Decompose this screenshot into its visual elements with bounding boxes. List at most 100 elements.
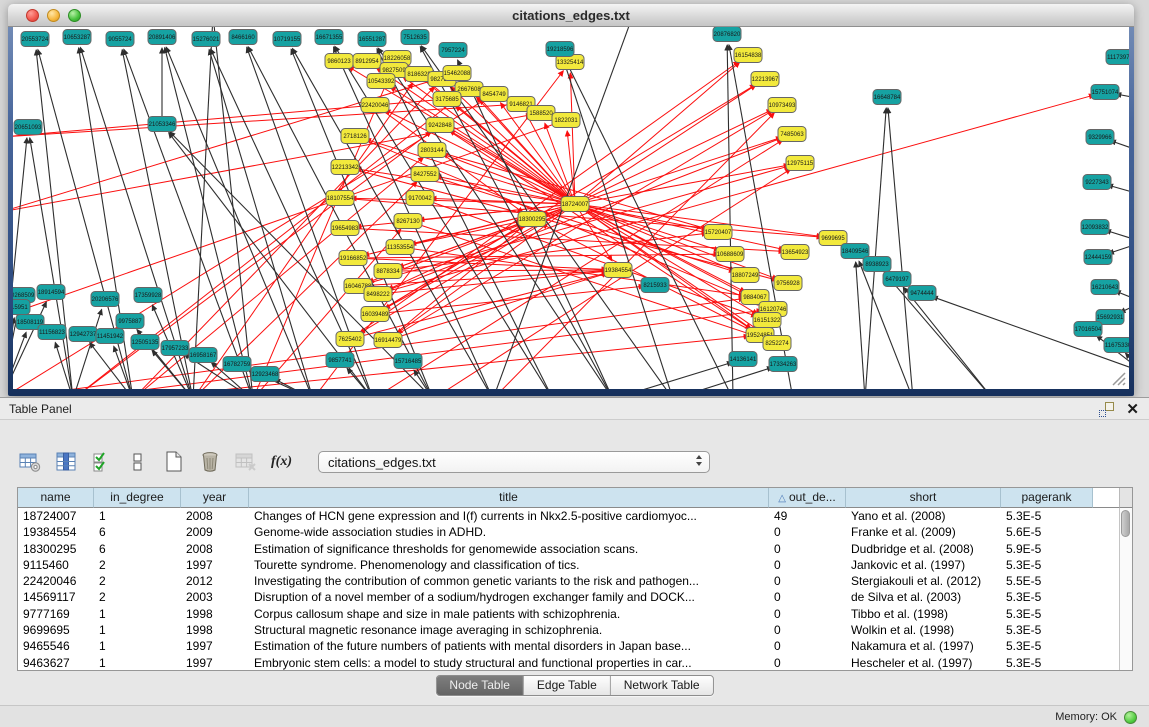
table-cell[interactable]: 0: [769, 541, 846, 557]
graph-node[interactable]: 18300295: [518, 212, 546, 227]
table-row[interactable]: 2242004622012Investigating the contribut…: [18, 573, 1132, 589]
new-table-icon[interactable]: [160, 449, 187, 475]
table-cell[interactable]: 5.6E-5: [1001, 524, 1093, 540]
graph-node[interactable]: 9699695: [819, 231, 847, 246]
graph-node[interactable]: 22420046: [361, 98, 389, 113]
table-row[interactable]: 1456911722003Disruption of a novel membe…: [18, 589, 1132, 605]
graph-node[interactable]: 2803144: [418, 143, 446, 158]
graph-node[interactable]: 10719155: [273, 32, 301, 47]
graph-node[interactable]: 17957233: [161, 341, 189, 356]
table-cell[interactable]: Stergiakouli et al. (2012): [846, 573, 1001, 589]
table-cell[interactable]: 0: [769, 557, 846, 573]
graph-node[interactable]: 15751074: [1091, 85, 1119, 100]
table-cell[interactable]: Franke et al. (2009): [846, 524, 1001, 540]
table-cell[interactable]: 0: [769, 622, 846, 638]
minimize-window-button[interactable]: [47, 9, 60, 22]
table-row[interactable]: 1938455462009Genome-wide association stu…: [18, 524, 1132, 540]
column-header-out_de[interactable]: △out_de...: [769, 488, 846, 508]
table-cell[interactable]: 1998: [181, 622, 249, 638]
table-cell[interactable]: Embryonic stem cells: a model to study s…: [249, 655, 769, 671]
table-cell[interactable]: 1997: [181, 655, 249, 671]
graph-node[interactable]: 11173971: [1106, 50, 1129, 65]
graph-node[interactable]: 7957224: [439, 43, 467, 58]
graph-node[interactable]: 10688609: [716, 247, 744, 262]
table-cell[interactable]: 6: [94, 541, 181, 557]
graph-node[interactable]: 16914479: [374, 333, 402, 348]
graph-node[interactable]: 12505135: [131, 335, 159, 350]
graph-node[interactable]: 9756928: [774, 276, 802, 291]
graph-node[interactable]: 18914594: [37, 285, 65, 300]
table-cell[interactable]: 9777169: [18, 606, 94, 622]
graph-node[interactable]: 16039489: [361, 307, 389, 322]
table-panel-header[interactable]: Table Panel ✕: [0, 398, 1149, 420]
resize-grip-icon[interactable]: [1113, 373, 1125, 385]
zoom-window-button[interactable]: [68, 9, 81, 22]
table-settings-icon[interactable]: [16, 449, 43, 475]
graph-node[interactable]: 19654983: [331, 221, 359, 236]
table-cell[interactable]: Investigating the contribution of common…: [249, 573, 769, 589]
table-cell[interactable]: 18300295: [18, 541, 94, 557]
graph-node[interactable]: 7625402: [336, 332, 364, 347]
table-cell[interactable]: 19384554: [18, 524, 94, 540]
graph-node[interactable]: 12942737: [69, 327, 97, 342]
vertical-scrollbar[interactable]: [1119, 508, 1132, 670]
table-cell[interactable]: Jankovic et al. (1997): [846, 557, 1001, 573]
graph-node[interactable]: 20891406: [148, 30, 176, 45]
table-cell[interactable]: Dudbridge et al. (2008): [846, 541, 1001, 557]
table-cell[interactable]: Tibbo et al. (1998): [846, 606, 1001, 622]
table-cell[interactable]: 1: [94, 508, 181, 524]
graph-node[interactable]: 3175685: [433, 92, 461, 107]
close-panel-icon[interactable]: ✕: [1126, 402, 1139, 417]
table-cell[interactable]: 5.3E-5: [1001, 557, 1093, 573]
graph-node[interactable]: 19384554: [604, 263, 632, 278]
table-cell[interactable]: Hescheler et al. (1997): [846, 655, 1001, 671]
table-row[interactable]: 969969511998Structural magnetic resonanc…: [18, 622, 1132, 638]
table-cell[interactable]: 0: [769, 573, 846, 589]
table-cell[interactable]: 9115460: [18, 557, 94, 573]
graph-edge[interactable]: [366, 139, 575, 204]
graph-node[interactable]: 1822031: [552, 113, 580, 128]
table-row[interactable]: 946362711997Embryonic stem cells: a mode…: [18, 655, 1132, 671]
delete-table-icon[interactable]: [196, 449, 223, 475]
graph-edge[interactable]: [449, 131, 575, 204]
graph-node[interactable]: 8878334: [374, 264, 402, 279]
graph-node[interactable]: 16210643: [1091, 280, 1119, 295]
graph-node[interactable]: 12093832: [1081, 220, 1109, 235]
graph-node[interactable]: 18724007: [561, 197, 589, 212]
table-cell[interactable]: 5.9E-5: [1001, 541, 1093, 557]
graph-node[interactable]: 10653287: [63, 30, 91, 45]
graph-node[interactable]: 11451942: [96, 329, 124, 344]
graph-node[interactable]: 19166852: [339, 251, 367, 266]
table-cell[interactable]: Changes of HCN gene expression and I(f) …: [249, 508, 769, 524]
graph-node[interactable]: 12923468: [251, 367, 279, 382]
graph-edge[interactable]: [13, 73, 457, 212]
table-cell[interactable]: 1997: [181, 638, 249, 654]
table-cell[interactable]: 1: [94, 655, 181, 671]
graph-edge[interactable]: [575, 137, 782, 204]
table-cell[interactable]: Estimation of significance thresholds fo…: [249, 541, 769, 557]
table-cell[interactable]: 2003: [181, 589, 249, 605]
table-cell[interactable]: 5.3E-5: [1001, 622, 1093, 638]
table-cell[interactable]: 1997: [181, 557, 249, 573]
graph-edge[interactable]: [209, 50, 313, 389]
table-cell[interactable]: Tourette syndrome. Phenomenology and cla…: [249, 557, 769, 573]
table-cell[interactable]: Wolkin et al. (1998): [846, 622, 1001, 638]
graph-node[interactable]: 14136141: [729, 352, 757, 367]
table-cell[interactable]: 5.3E-5: [1001, 589, 1093, 605]
table-row[interactable]: 911546021997Tourette syndrome. Phenomeno…: [18, 557, 1132, 573]
select-all-icon[interactable]: [88, 449, 115, 475]
table-cell[interactable]: 5.5E-5: [1001, 573, 1093, 589]
graph-node[interactable]: 20876820: [713, 27, 741, 42]
graph-edge[interactable]: [73, 132, 431, 389]
graph-edge[interactable]: [414, 370, 433, 389]
table-cell[interactable]: Genome-wide association studies in ADHD.: [249, 524, 769, 540]
graph-node[interactable]: 15720407: [704, 225, 732, 240]
table-cell[interactable]: 1: [94, 606, 181, 622]
table-cell[interactable]: 5.3E-5: [1001, 655, 1093, 671]
table-cell[interactable]: 9463627: [18, 655, 94, 671]
table-cell[interactable]: 0: [769, 638, 846, 654]
tab-network-table[interactable]: Network Table: [611, 676, 713, 695]
column-header-in_degree[interactable]: in_degree: [94, 488, 181, 508]
column-header-pagerank[interactable]: pagerank: [1001, 488, 1093, 508]
graph-node[interactable]: 8252274: [763, 336, 791, 351]
